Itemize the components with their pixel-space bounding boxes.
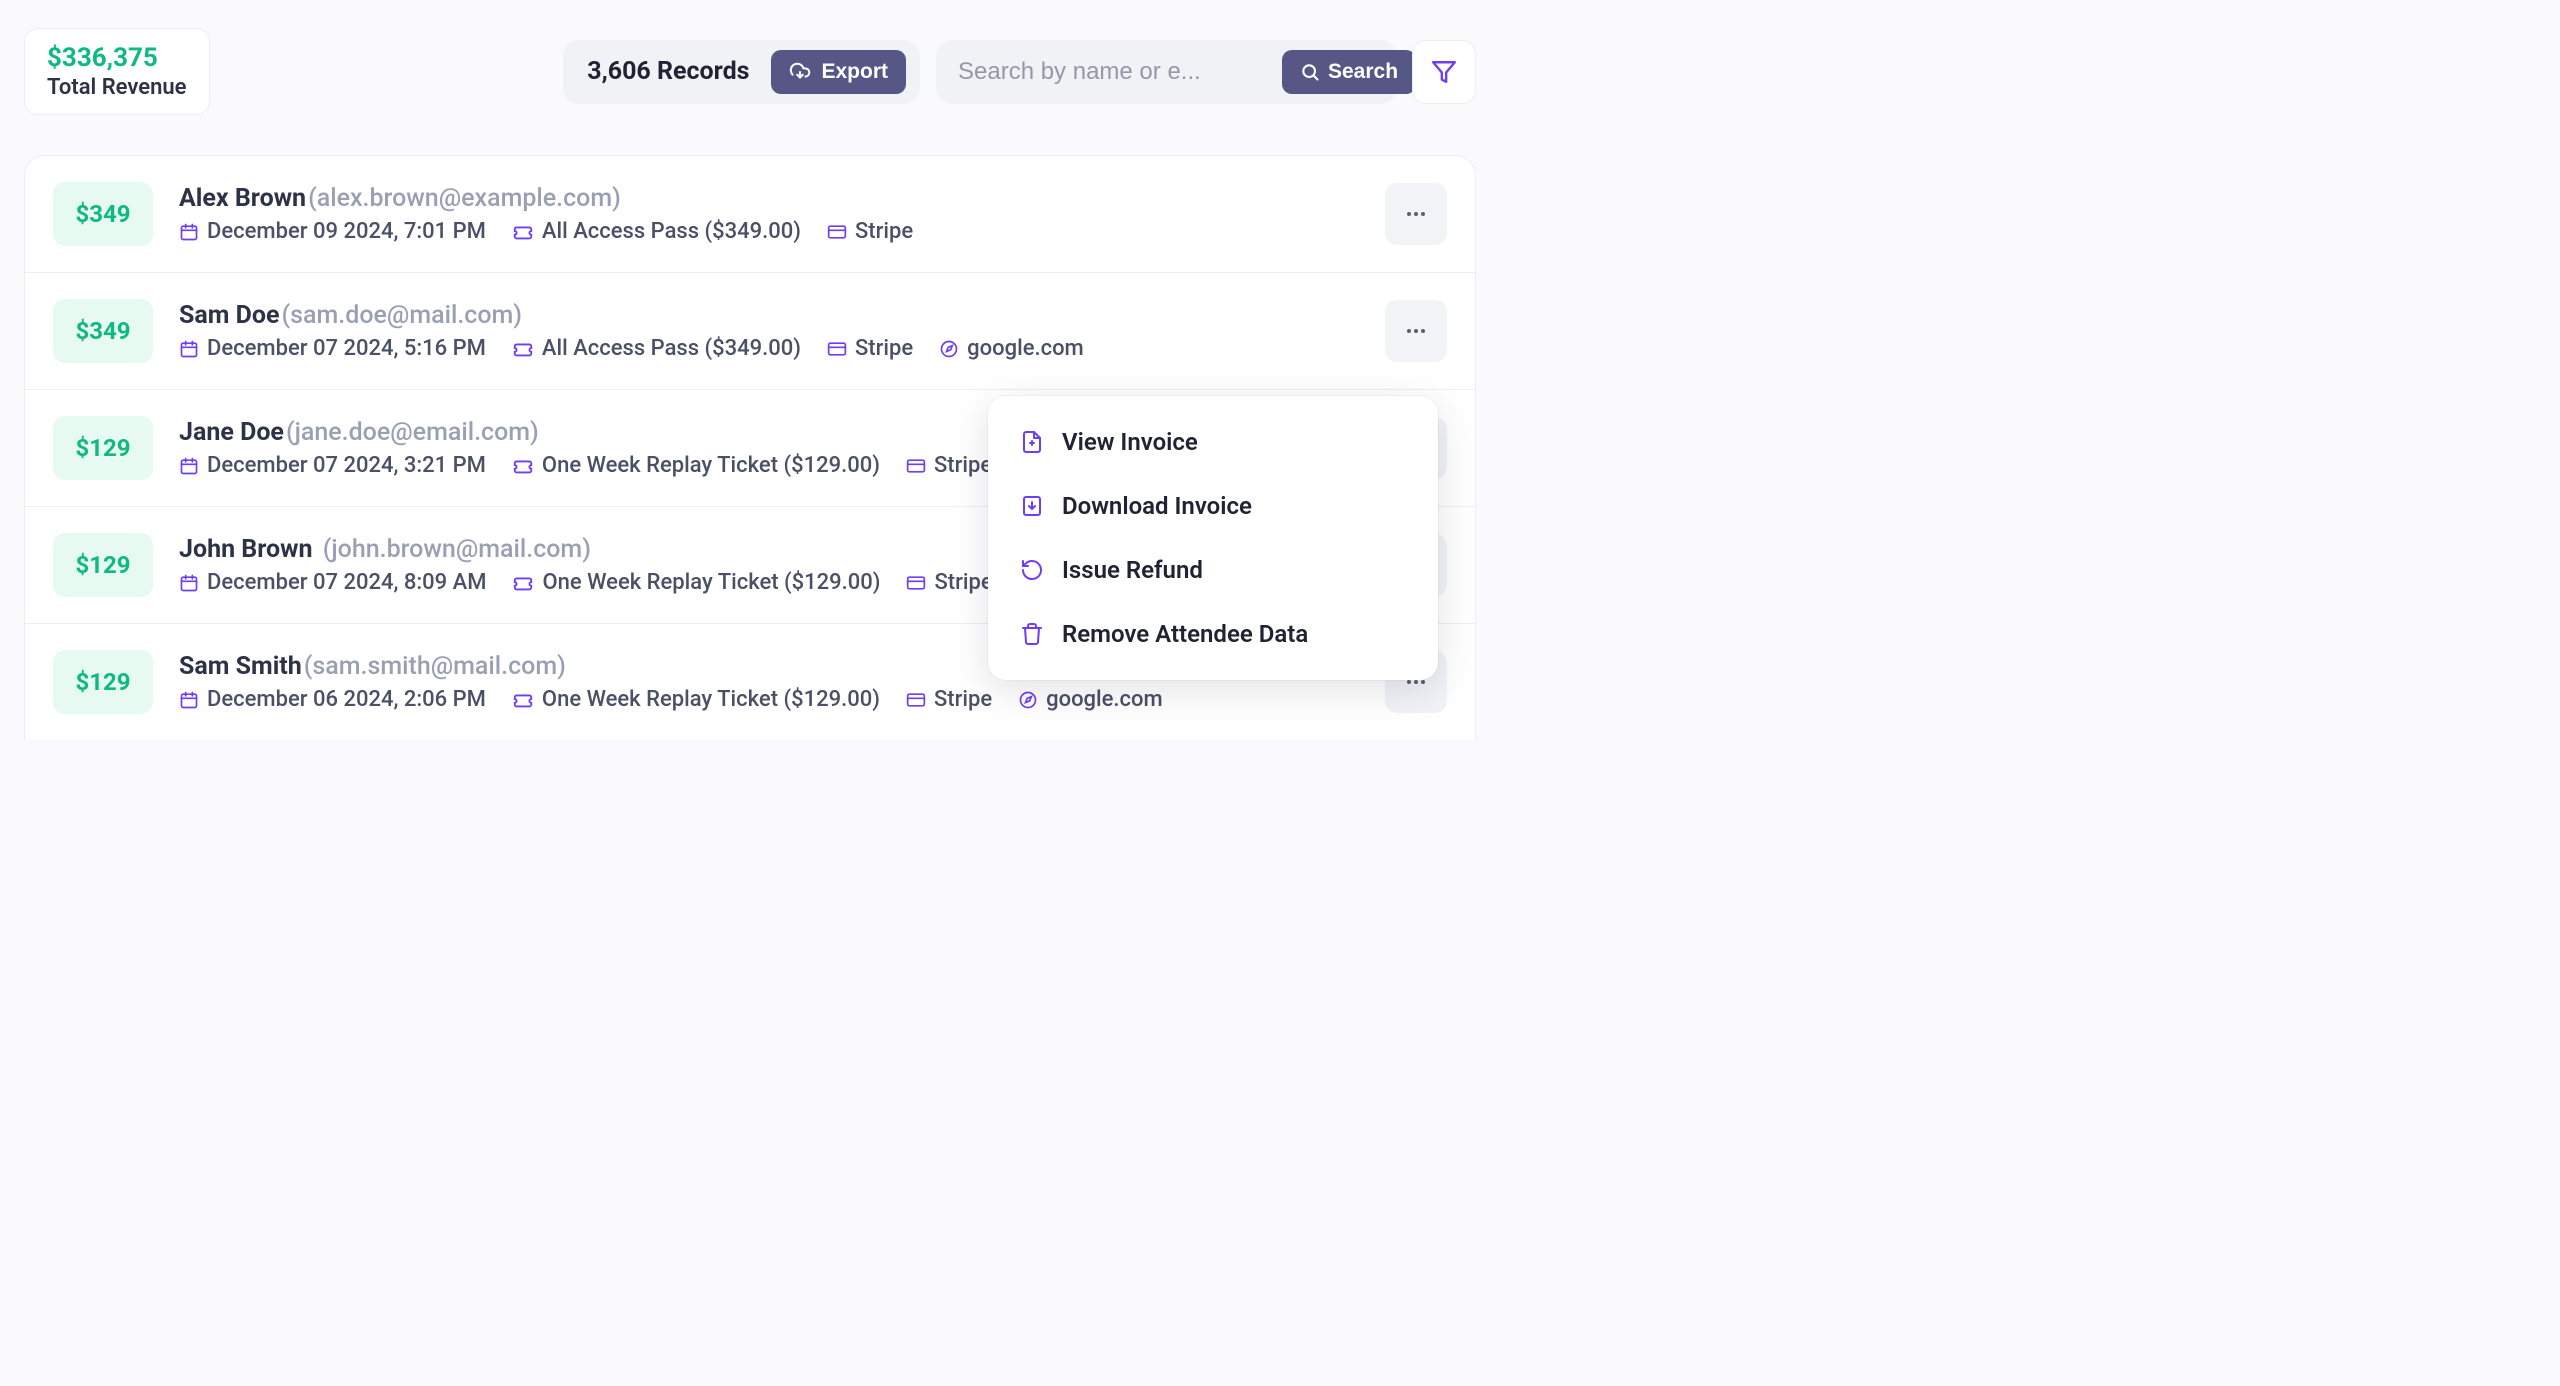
attendee-email: (sam.smith@mail.com) (304, 652, 566, 681)
header: $336,375 Total Revenue 3,606 Records Exp… (0, 0, 1500, 143)
records-pill: 3,606 Records Export (563, 40, 920, 104)
row-actions-menu: View Invoice Download Invoice Issue Refu… (988, 396, 1438, 680)
undo-icon (1020, 558, 1044, 582)
amount-badge: $129 (53, 533, 153, 597)
revenue-label: Total Revenue (47, 75, 187, 100)
ticket-icon (512, 338, 534, 360)
filter-icon (1431, 59, 1457, 85)
amount-badge: $349 (53, 182, 153, 246)
credit-card-icon (906, 573, 926, 593)
row-content: Alex Brown (alex.brown@example.com) Dece… (179, 184, 1359, 244)
table-row: $349 Alex Brown (alex.brown@example.com)… (25, 156, 1475, 273)
download-invoice-label: Download Invoice (1062, 492, 1252, 520)
amount-badge: $349 (53, 299, 153, 363)
attendee-name: Alex Brown (179, 184, 306, 213)
ellipsis-icon (1404, 202, 1428, 226)
issue-refund-item[interactable]: Issue Refund (988, 538, 1438, 602)
ticket-item: All Access Pass ($349.00) (512, 219, 801, 244)
date-item: December 07 2024, 3:21 PM (179, 453, 486, 478)
credit-card-icon (827, 339, 847, 359)
date-item: December 06 2024, 2:06 PM (179, 687, 486, 712)
total-revenue-card: $336,375 Total Revenue (24, 28, 210, 115)
ticket-icon (512, 572, 534, 594)
payment-item: Stripe (906, 570, 992, 595)
search-button[interactable]: Search (1282, 50, 1416, 94)
calendar-icon (179, 690, 199, 710)
calendar-icon (179, 573, 199, 593)
attendee-email: (jane.doe@email.com) (286, 418, 539, 447)
download-icon (1020, 494, 1044, 518)
ticket-item: One Week Replay Ticket ($129.00) (512, 570, 880, 595)
amount-badge: $129 (53, 650, 153, 714)
attendee-name: Jane Doe (179, 418, 284, 447)
date-item: December 09 2024, 7:01 PM (179, 219, 486, 244)
payment-item: Stripe (827, 336, 913, 361)
download-invoice-item[interactable]: Download Invoice (988, 474, 1438, 538)
calendar-icon (179, 339, 199, 359)
ticket-icon (512, 221, 534, 243)
credit-card-icon (906, 456, 926, 476)
file-invoice-icon (1020, 430, 1044, 454)
attendee-email: (john.brown@mail.com) (323, 535, 591, 564)
trash-icon (1020, 622, 1044, 646)
remove-attendee-label: Remove Attendee Data (1062, 620, 1308, 648)
cloud-download-icon (789, 61, 811, 83)
calendar-icon (179, 222, 199, 242)
credit-card-icon (906, 690, 926, 710)
payment-item: Stripe (906, 687, 992, 712)
ticket-item: One Week Replay Ticket ($129.00) (512, 687, 880, 712)
date-item: December 07 2024, 8:09 AM (179, 570, 486, 595)
compass-icon (1018, 690, 1038, 710)
search-label: Search (1328, 60, 1398, 84)
search-input[interactable] (958, 58, 1268, 86)
amount-badge: $129 (53, 416, 153, 480)
search-icon (1300, 62, 1320, 82)
payment-item: Stripe (827, 219, 913, 244)
calendar-icon (179, 456, 199, 476)
revenue-amount: $336,375 (47, 43, 187, 73)
date-item: December 07 2024, 5:16 PM (179, 336, 486, 361)
source-item: google.com (939, 336, 1084, 361)
records-count: 3,606 Records (587, 57, 749, 86)
view-invoice-label: View Invoice (1062, 428, 1198, 456)
export-button[interactable]: Export (771, 50, 906, 94)
credit-card-icon (827, 222, 847, 242)
source-item: google.com (1018, 687, 1163, 712)
ticket-icon (512, 455, 534, 477)
compass-icon (939, 339, 959, 359)
row-content: Sam Doe (sam.doe@mail.com) December 07 2… (179, 301, 1359, 361)
issue-refund-label: Issue Refund (1062, 556, 1203, 584)
filter-button[interactable] (1412, 40, 1476, 104)
row-actions-button[interactable] (1385, 183, 1447, 245)
ticket-item: One Week Replay Ticket ($129.00) (512, 453, 880, 478)
search-container: Search (936, 40, 1396, 104)
ticket-item: All Access Pass ($349.00) (512, 336, 801, 361)
attendee-email: (alex.brown@example.com) (308, 184, 621, 213)
ellipsis-icon (1404, 319, 1428, 343)
row-actions-button[interactable] (1385, 300, 1447, 362)
table-row: $349 Sam Doe (sam.doe@mail.com) December… (25, 273, 1475, 390)
ticket-icon (512, 689, 534, 711)
remove-attendee-item[interactable]: Remove Attendee Data (988, 602, 1438, 666)
attendee-name: John Brown (179, 535, 313, 564)
export-label: Export (821, 60, 888, 84)
attendee-name: Sam Smith (179, 652, 302, 681)
attendee-name: Sam Doe (179, 301, 280, 330)
payment-item: Stripe (906, 453, 992, 478)
attendee-email: (sam.doe@mail.com) (282, 301, 523, 330)
view-invoice-item[interactable]: View Invoice (988, 410, 1438, 474)
